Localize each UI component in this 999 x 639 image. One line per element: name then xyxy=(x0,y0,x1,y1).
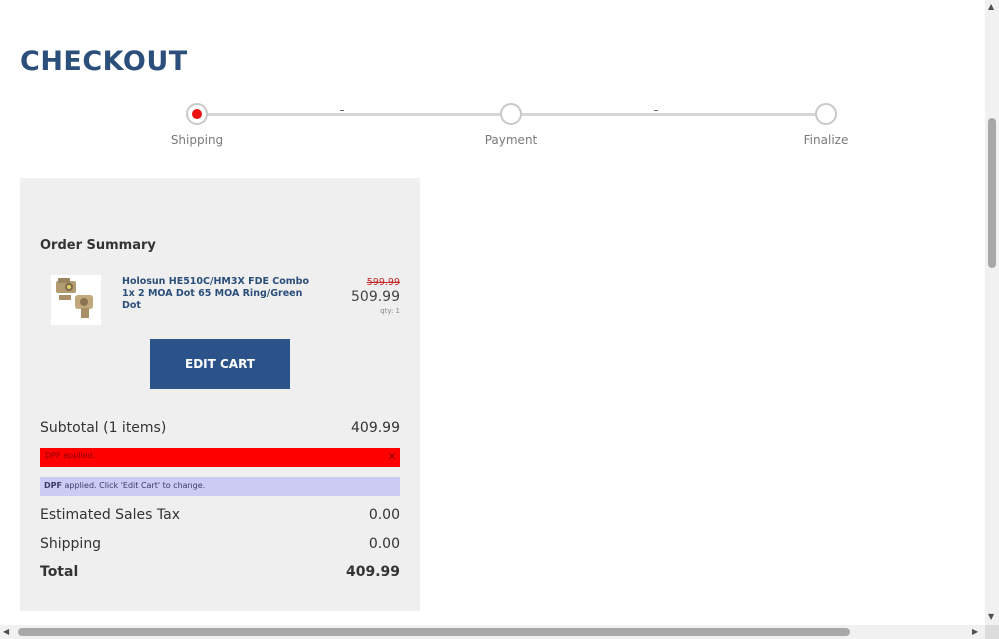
order-summary-panel: Order Summary Holosun HE510C/HM3X FDE Co… xyxy=(20,178,420,611)
subtotal-row: Subtotal (1 items) 409.99 xyxy=(40,420,400,440)
original-price: 599.99 xyxy=(366,277,400,288)
product-image-icon xyxy=(56,278,93,318)
scroll-right-icon[interactable]: ▶ xyxy=(972,627,978,636)
scroll-left-icon[interactable]: ◀ xyxy=(3,627,9,636)
shipping-value: 0.00 xyxy=(368,536,400,552)
subtotal-value: 409.99 xyxy=(351,420,400,436)
discount-error-alert: DPF applied. × xyxy=(40,448,400,467)
step-connector-mark xyxy=(340,110,344,111)
scroll-down-icon[interactable]: ▼ xyxy=(988,612,994,621)
step-shipping-label: Shipping xyxy=(170,133,224,147)
tax-label: Estimated Sales Tax xyxy=(40,507,180,523)
active-step-dot xyxy=(192,109,202,119)
shipping-row: Shipping 0.00 xyxy=(40,536,400,556)
discount-code: DPF xyxy=(44,481,62,490)
step-connector xyxy=(207,113,501,116)
step-finalize-label: Finalize xyxy=(803,133,849,147)
step-finalize-indicator[interactable] xyxy=(815,103,837,125)
shipping-label: Shipping xyxy=(40,536,102,552)
step-shipping-indicator[interactable] xyxy=(186,103,208,125)
tax-row: Estimated Sales Tax 0.00 xyxy=(40,507,400,527)
product-name-link[interactable]: Holosun HE510C/HM3X FDE Combo 1x 2 MOA D… xyxy=(122,276,322,312)
close-icon[interactable]: × xyxy=(387,449,397,463)
alert-info-message: DPF applied. Click 'Edit Cart' to change… xyxy=(44,481,205,490)
vertical-scroll-thumb[interactable] xyxy=(988,118,996,268)
step-payment-label: Payment xyxy=(484,133,538,147)
vertical-scrollbar[interactable]: ▲ ▼ xyxy=(985,0,999,625)
total-row: Total 409.99 xyxy=(40,564,400,584)
tax-value: 0.00 xyxy=(368,507,400,523)
sale-price: 509.99 xyxy=(351,289,400,305)
horizontal-scroll-thumb[interactable] xyxy=(18,628,850,636)
item-quantity: qty: 1 xyxy=(380,307,400,315)
scroll-up-icon[interactable]: ▲ xyxy=(988,2,994,11)
discount-info-alert: DPF applied. Click 'Edit Cart' to change… xyxy=(40,477,400,496)
order-summary-title: Order Summary xyxy=(40,238,156,253)
subtotal-label: Subtotal (1 items) xyxy=(40,420,167,436)
total-value: 409.99 xyxy=(345,564,400,580)
horizontal-scrollbar[interactable]: ◀ ▶ xyxy=(0,625,985,639)
edit-cart-button[interactable]: EDIT CART xyxy=(150,339,290,389)
alert-message: DPF applied. xyxy=(45,451,96,460)
step-payment-indicator[interactable] xyxy=(500,103,522,125)
checkout-stepper: Shipping Payment Finalize xyxy=(0,0,985,160)
scrollbar-corner xyxy=(985,625,999,639)
step-connector-mark xyxy=(654,110,658,111)
product-thumbnail[interactable] xyxy=(51,275,101,325)
alert-info-text: applied. Click 'Edit Cart' to change. xyxy=(61,481,206,490)
total-label: Total xyxy=(40,564,79,580)
step-connector xyxy=(522,113,816,116)
